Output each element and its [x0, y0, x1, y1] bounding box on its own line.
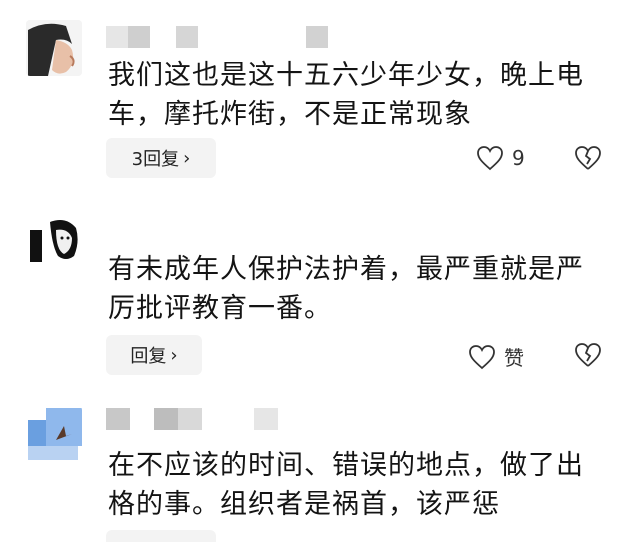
reply-label: 回复 — [130, 346, 167, 367]
dislike-button[interactable] — [574, 342, 602, 368]
comment-text: 我们这也是这十五六少年少女，晚上电车，摩托炸街，不是正常现象 — [108, 60, 584, 130]
reply-label: 3回复 — [131, 149, 180, 170]
heart-icon — [476, 145, 504, 171]
username-redacted — [106, 408, 306, 430]
like-count: 赞 — [504, 346, 524, 370]
like-count: 9 — [512, 146, 525, 170]
reply-button[interactable]: 3回复 › — [106, 138, 216, 178]
comment-text: 有未成年人保护法护着，最严重就是严厉批评教育一番。 — [108, 254, 584, 324]
avatar[interactable] — [26, 20, 82, 76]
chevron-right-icon: › — [170, 344, 178, 366]
username-redacted — [106, 26, 346, 48]
chevron-right-icon: › — [183, 147, 191, 169]
like-button[interactable]: 9 — [476, 145, 525, 171]
avatar[interactable] — [26, 406, 82, 462]
avatar[interactable] — [26, 212, 82, 268]
reply-button[interactable]: 回复 › — [106, 335, 202, 375]
comment-text: 在不应该的时间、错误的地点，做了出格的事。组织者是祸首，该严惩 — [108, 450, 584, 520]
dislike-button[interactable] — [574, 145, 602, 171]
reply-button[interactable] — [106, 530, 216, 542]
broken-heart-icon — [574, 145, 602, 171]
like-button[interactable]: 赞 — [468, 342, 524, 371]
broken-heart-icon — [574, 342, 602, 368]
heart-icon — [468, 344, 496, 370]
